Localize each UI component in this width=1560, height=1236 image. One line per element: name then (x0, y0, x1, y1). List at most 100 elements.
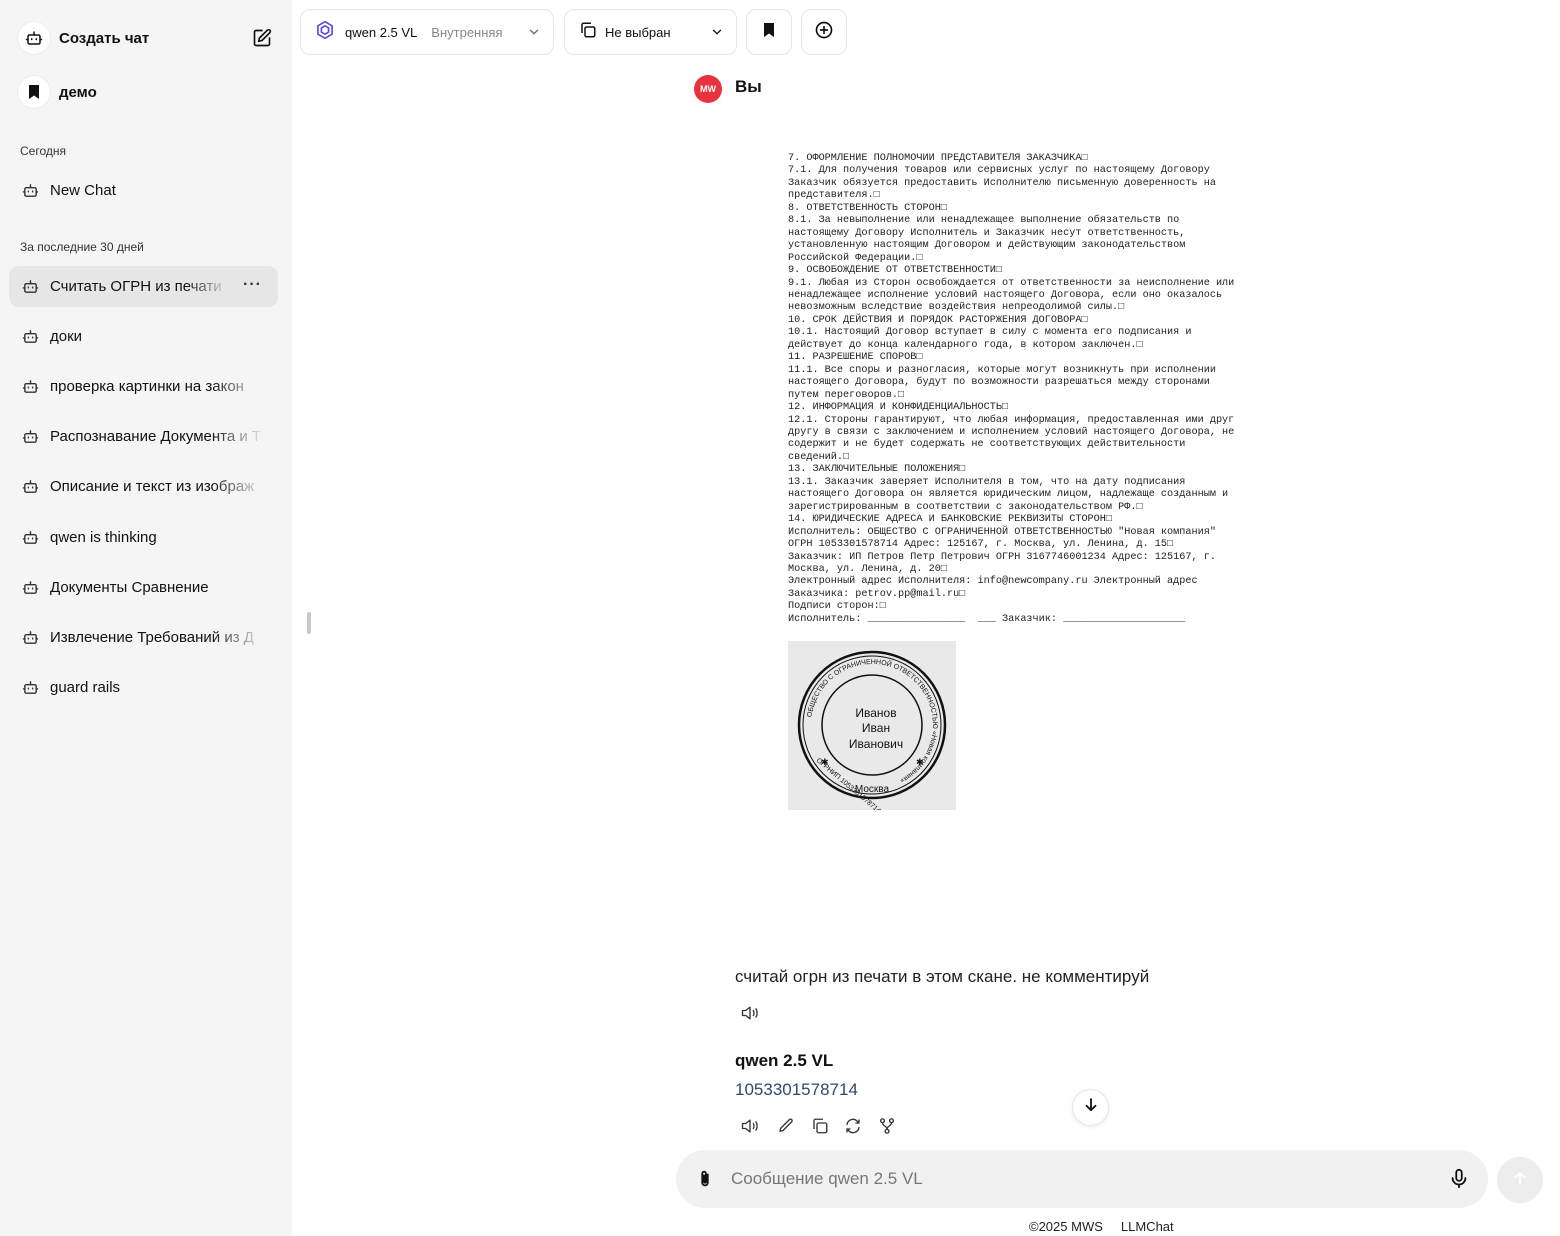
assistant-answer: 1053301578714 (735, 1080, 858, 1099)
sidebar-chat-item[interactable]: Извлечение Требований из Д (9, 617, 278, 658)
new-chat-label: Создать чат (59, 29, 150, 47)
section-30-days: За последние 30 дней (20, 240, 144, 254)
footer-copyright: ©2025 MWS (1029, 1219, 1103, 1234)
regenerate-icon[interactable] (842, 1115, 864, 1137)
sidebar-chat-item[interactable]: Описание и текст из изображ (9, 466, 278, 507)
avatar: MW (694, 75, 722, 103)
sidebar-chat-item[interactable]: проверка картинки на закон (9, 366, 278, 407)
scan-line: ненадлежащее исполнение условий настояще… (788, 289, 1223, 301)
scan-line: 12. ИНФОРМАЦИЯ И КОНФИДЕНЦИАЛЬНОСТЬ□ (788, 402, 1009, 414)
speaker-icon[interactable] (739, 1002, 761, 1024)
sidebar-chat-item[interactable]: Распознавание Документа и Т (9, 416, 278, 457)
stamp-image: ОБЩЕСТВО С ОГРАНИЧЕННОЙ ОТВЕТСТВЕННОСТЬЮ… (788, 641, 956, 815)
scan-line: 13. ЗАКЛЮЧИТЕЛЬНЫЕ ПОЛОЖЕНИЯ□ (788, 464, 966, 476)
scroll-down-button[interactable] (1072, 1089, 1109, 1126)
scan-line: невозможным вследствие воздействия непре… (788, 302, 1125, 314)
scan-line: 13.1. Заказчик заверяет Исполнителя в то… (788, 476, 1186, 488)
section-today: Сегодня (20, 144, 66, 158)
bot-icon (18, 22, 50, 54)
scan-line: путем переговоров.□ (788, 389, 905, 401)
bookmark-icon (18, 76, 50, 108)
bot-icon (20, 628, 40, 648)
edit-icon[interactable] (775, 1115, 797, 1137)
assistant-name: qwen 2.5 VL (735, 1051, 834, 1070)
chat-item-label: Извлечение Требований из Д (50, 629, 254, 646)
chat-item-label: Распознавание Документа и Т (50, 428, 262, 445)
model-selector[interactable]: qwen 2.5 VL Внутренняя (300, 9, 554, 55)
scan-line: 10. СРОК ДЕЙСТВИЯ И ПОРЯДОК РАСТОРЖЕНИЯ … (788, 314, 1088, 326)
stamp-name-2: Иван (862, 721, 890, 735)
bot-icon (20, 181, 40, 201)
scan-line: 11. РАЗРЕШЕНИЕ СПОРОВ□ (788, 352, 923, 364)
footer-product-link[interactable]: LLMChat (1121, 1219, 1174, 1234)
scan-line: ОГРН 1053301578714 Адрес: 125167, г. Мос… (788, 539, 1174, 551)
bot-icon (20, 277, 40, 297)
scan-line: Электронный адрес Исполнителя: info@newc… (788, 576, 1198, 588)
bookmark-icon (763, 22, 775, 43)
microphone-icon[interactable] (1448, 1166, 1470, 1197)
sidebar-chat-item[interactable]: qwen is thinking (9, 517, 278, 558)
bot-icon (20, 477, 40, 497)
chat-item-label: доки (50, 328, 83, 345)
scan-line: Исполнитель: ОБЩЕСТВО С ОГРАНИЧЕННОЙ ОТВ… (788, 526, 1216, 538)
context-selector[interactable]: Не выбран (564, 9, 737, 55)
sidebar-resize-handle[interactable] (307, 612, 311, 634)
sidebar: Создать чат демо Сегодня New Chat За пос… (0, 0, 292, 1236)
branch-icon[interactable] (876, 1115, 898, 1137)
sidebar-chat-item[interactable]: Документы Сравнение (9, 567, 278, 608)
scan-line: Заказчик обязуется предоставить Исполнит… (788, 177, 1216, 189)
message-input[interactable] (731, 1164, 1421, 1194)
svg-text:✱: ✱ (916, 757, 924, 767)
bot-icon (20, 528, 40, 548)
scan-line: Заказчика: petrov.pp@mail.ru□ (788, 588, 966, 600)
pinned-item-demo[interactable]: демо (18, 76, 97, 108)
scan-line: Российской Федерации.□ (788, 252, 923, 264)
bot-icon (20, 678, 40, 698)
plus-circle-icon (814, 20, 834, 45)
scan-line: Москва, ул. Ленина, д. 20□ (788, 563, 947, 575)
scan-line: 11.1. Все споры и разногласия, которые м… (788, 364, 1216, 376)
footer: ©2025 MWS LLMChat (1029, 1219, 1174, 1234)
chat-item-label: guard rails (50, 679, 121, 696)
sidebar-chat-item-active[interactable]: Считать ОГРН из печати ··· (9, 266, 278, 307)
bookmark-button[interactable] (746, 9, 792, 55)
scan-line: другу в связи с заключением и исполнение… (788, 426, 1235, 438)
chevron-down-icon (527, 25, 541, 44)
scan-line: 8. ОТВЕТСТВЕННОСТЬ СТОРОН□ (788, 202, 947, 214)
stamp-name-3: Иванович (849, 737, 903, 751)
speaker-icon[interactable] (739, 1115, 761, 1137)
message-author: Вы (735, 77, 762, 96)
scan-line: сведений.□ (788, 451, 850, 463)
new-chat-button[interactable]: Создать чат (18, 20, 274, 56)
copy-icon[interactable] (809, 1115, 831, 1137)
attach-icon[interactable] (694, 1167, 716, 1196)
chat-item-label: New Chat (50, 182, 116, 199)
send-button[interactable] (1497, 1157, 1543, 1203)
scan-line: содержит и не будет содержать не соответ… (788, 439, 1186, 451)
add-button[interactable] (801, 9, 847, 55)
arrow-up-icon (1511, 1169, 1529, 1192)
scan-line: 14. ЮРИДИЧЕСКИЕ АДРЕСА И БАНКОВСКИЕ РЕКВ… (788, 514, 1113, 526)
model-name: qwen 2.5 VL (345, 24, 418, 40)
stamp-city: Москва (855, 784, 890, 795)
bot-icon (20, 377, 40, 397)
user-message: считай огрн из печати в этом скане. не к… (735, 967, 1150, 986)
sidebar-chat-item[interactable]: New Chat (9, 170, 278, 211)
chevron-down-icon (710, 25, 724, 44)
scan-line: представителя.□ (788, 190, 880, 202)
scan-line: 7. ОФОРМЛЕНИЕ ПОЛНОМОЧИЙ ПРЕДСТАВИТЕЛЯ З… (788, 153, 1088, 164)
scan-line: 9.1. Любая из Сторон освобождается от от… (788, 277, 1235, 289)
chat-item-label: Документы Сравнение (50, 579, 209, 596)
more-options-icon[interactable]: ··· (243, 276, 262, 294)
chat-item-label: Считать ОГРН из печати (50, 278, 222, 295)
sidebar-chat-item[interactable]: guard rails (9, 667, 278, 708)
scan-line: зарегистрированным в соответствии с зако… (788, 501, 1143, 513)
compose-icon[interactable] (250, 26, 274, 50)
bot-icon (20, 578, 40, 598)
arrow-down-icon (1082, 1096, 1100, 1119)
scan-line: Исполнитель: ________________ ___ Заказч… (788, 613, 1186, 625)
message-composer (676, 1150, 1488, 1208)
scan-line: 10.1. Настоящий Договор вступает в силу … (788, 327, 1192, 339)
sidebar-chat-item[interactable]: доки (9, 316, 278, 357)
copy-docs-icon (579, 21, 597, 44)
